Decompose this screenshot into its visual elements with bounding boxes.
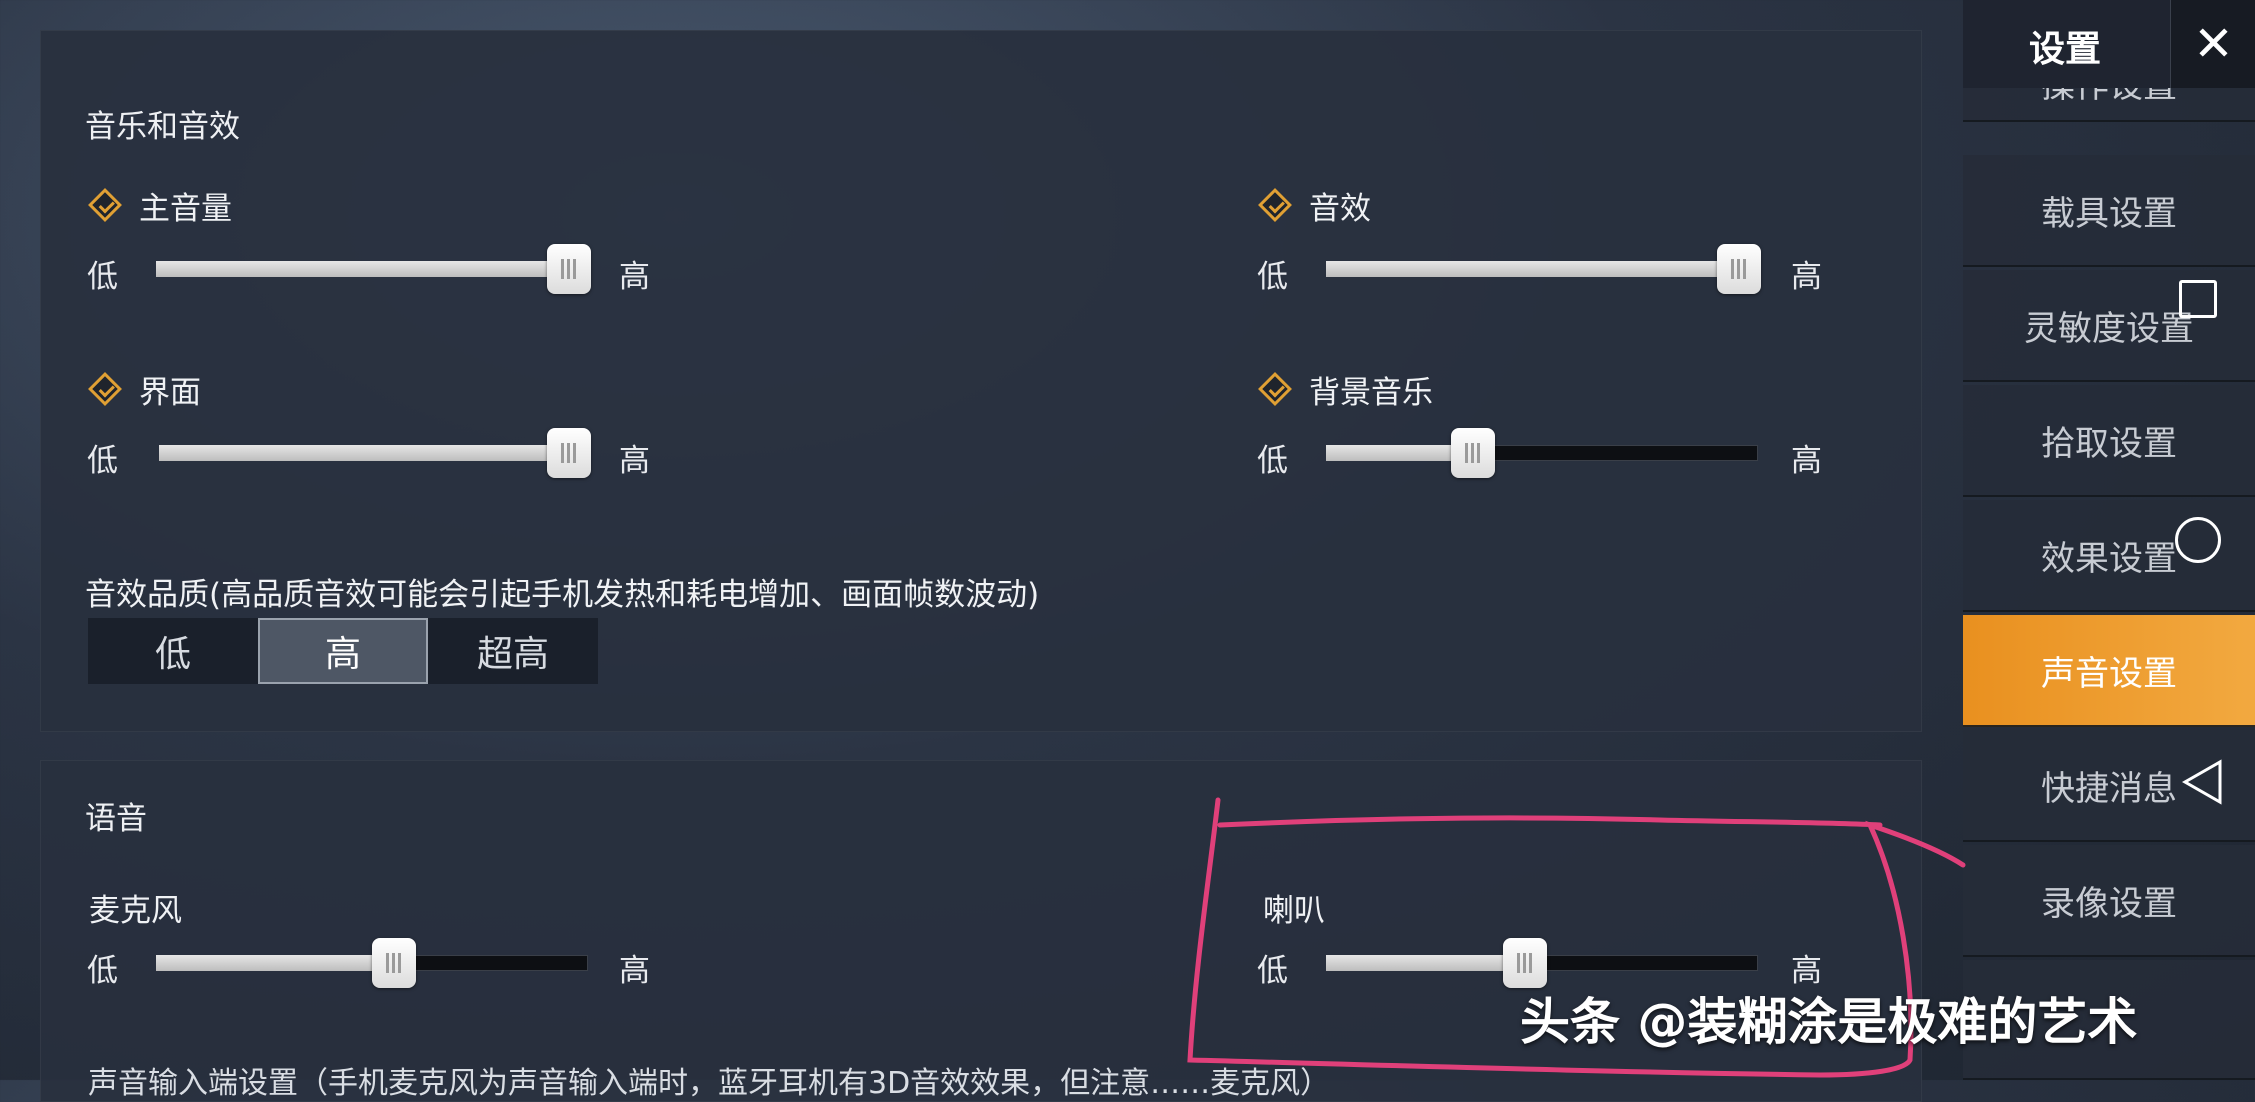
sidebar-item-pickup[interactable]: 拾取设置 (1963, 385, 2255, 497)
recent-apps-icon[interactable] (2179, 280, 2217, 318)
settings-title: 设置 (2029, 29, 2102, 70)
high-label: 高 (1791, 259, 1822, 295)
slider-background-music[interactable] (1326, 424, 1758, 482)
slider-thumb[interactable] (1717, 244, 1761, 294)
slider-fill (156, 955, 394, 971)
high-label: 高 (619, 953, 650, 989)
sound-quality-label: 音效品质(高品质音效可能会引起手机发热和耗电增加、画面帧数波动) (85, 577, 1040, 613)
quality-option-high[interactable]: 高 (258, 618, 428, 684)
slider-fill (156, 261, 569, 277)
high-label: 高 (619, 443, 650, 479)
check-icon[interactable] (88, 188, 122, 222)
slider-thumb[interactable] (547, 244, 591, 294)
home-icon[interactable] (2175, 517, 2221, 563)
sidebar-item-replay[interactable]: 录像设置 (1963, 845, 2255, 957)
sound-quality-selector: 低 高 超高 (88, 618, 598, 684)
high-label: 高 (1791, 443, 1822, 479)
check-icon[interactable] (88, 372, 122, 406)
back-icon[interactable] (2180, 758, 2224, 806)
slider-thumb[interactable] (371, 938, 416, 988)
sidebar-header: 设置 ✕ (1963, 0, 2255, 88)
label-interface: 界面 (139, 375, 201, 411)
check-icon[interactable] (1258, 188, 1292, 222)
quality-option-ultra[interactable]: 超高 (428, 618, 598, 684)
slider-fill (1326, 261, 1739, 277)
close-icon: ✕ (2193, 16, 2234, 72)
slider-master-volume[interactable] (156, 240, 591, 298)
low-label: 低 (1257, 259, 1288, 295)
label-background-music: 背景音乐 (1309, 375, 1433, 411)
quality-option-low[interactable]: 低 (88, 618, 258, 684)
low-label: 低 (87, 259, 118, 295)
slider-sound-effects[interactable] (1326, 240, 1761, 298)
check-icon[interactable] (1258, 372, 1292, 406)
label-sound-effects: 音效 (1309, 191, 1371, 227)
label-master-volume: 主音量 (139, 191, 232, 227)
label-microphone: 麦克风 (89, 893, 182, 929)
slider-fill (159, 445, 569, 461)
high-label: 高 (619, 259, 650, 295)
close-button[interactable]: ✕ (2170, 0, 2255, 88)
watermark: 头条 @装糊涂是极难的艺术 (1520, 993, 2138, 1051)
section-title-voice: 语音 (85, 801, 147, 837)
section-title-music: 音乐和音效 (85, 109, 240, 145)
slider-thumb[interactable] (1450, 428, 1495, 478)
low-label: 低 (87, 953, 118, 989)
sidebar-item-sound[interactable]: 声音设置 (1963, 615, 2255, 727)
sidebar-item-vehicle[interactable]: 载具设置 (1963, 155, 2255, 267)
slider-thumb[interactable] (547, 428, 591, 478)
low-label: 低 (1257, 443, 1288, 479)
slider-interface[interactable] (159, 424, 591, 482)
low-label: 低 (87, 443, 118, 479)
slider-microphone[interactable] (156, 934, 588, 992)
input-setting-text[interactable]: 声音输入端设置（手机麦克风为声音输入端时，蓝牙耳机有3D音效效果，但注意……麦克… (88, 1058, 1330, 1102)
